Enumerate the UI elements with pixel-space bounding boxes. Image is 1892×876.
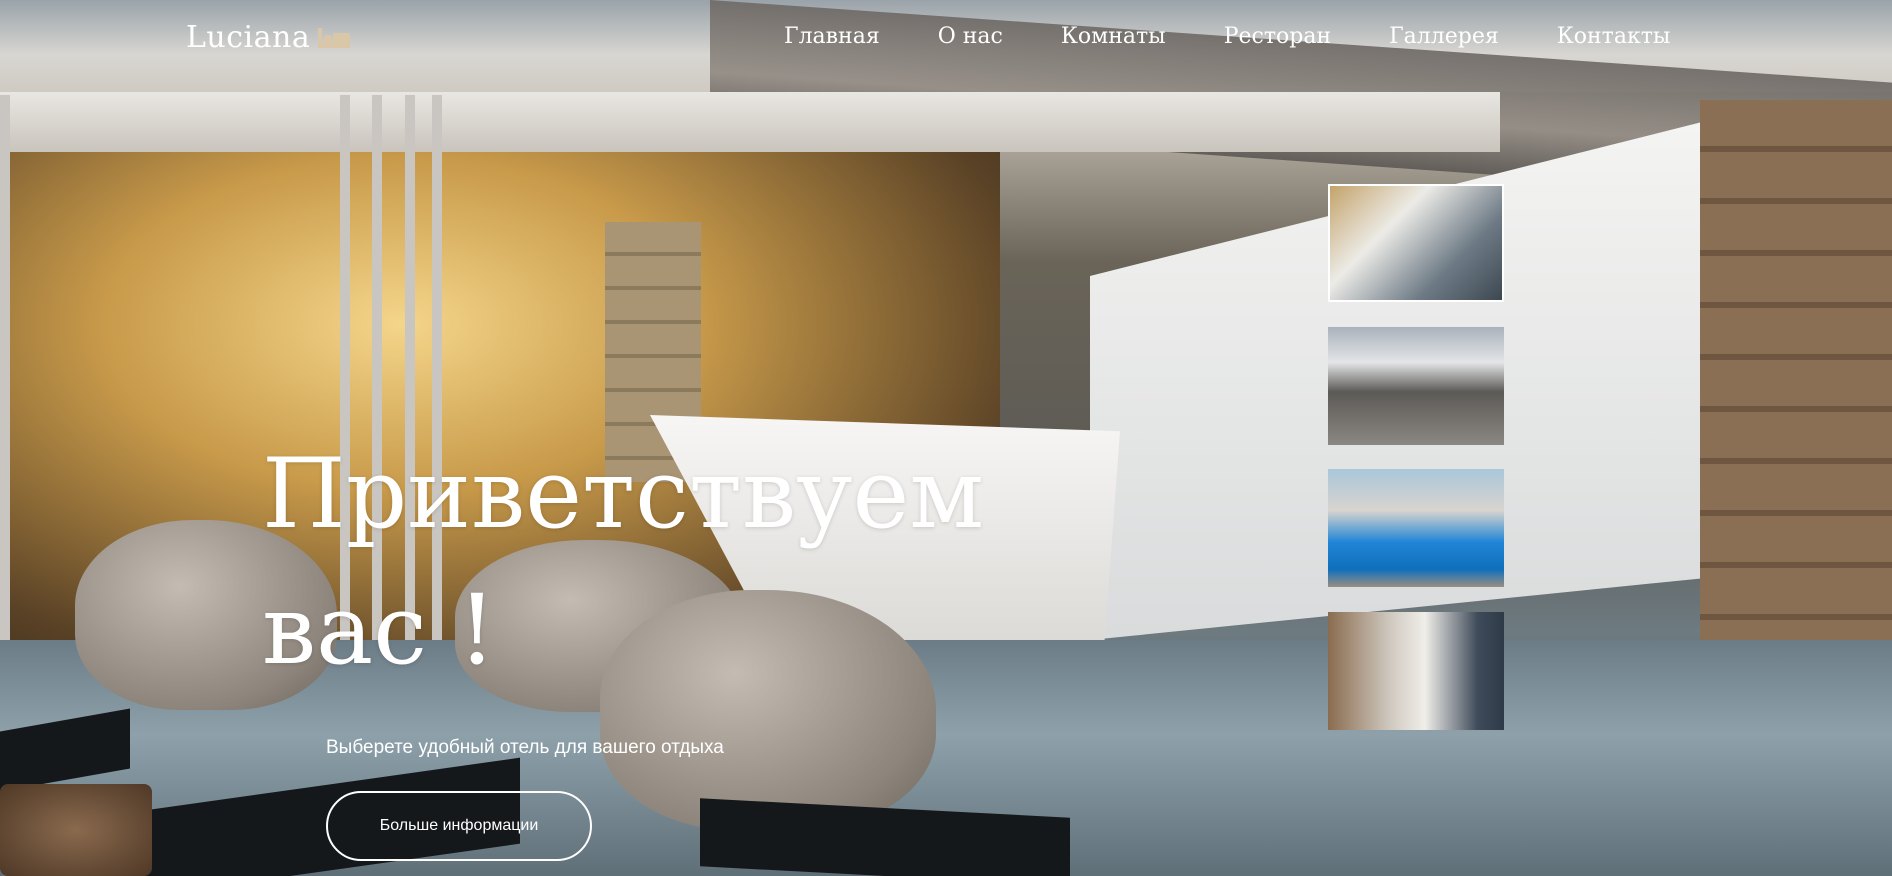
pool-thumbnail[interactable]	[1328, 469, 1504, 587]
wood-stump	[0, 784, 152, 876]
nav-item-contacts[interactable]: Контакты	[1557, 24, 1671, 49]
headline-line-2: вас !	[262, 574, 497, 686]
bed-icon	[318, 27, 351, 48]
hero-headline: Приветствуем вас !	[262, 426, 1062, 698]
nav-item-rooms[interactable]: Комнаты	[1061, 24, 1166, 49]
hero-subtitle: Выберете удобный отель для вашего отдыха	[326, 737, 724, 758]
glass-frame	[0, 95, 10, 655]
nav-item-restaurant[interactable]: Ресторан	[1224, 24, 1331, 49]
lounge-thumbnail[interactable]	[1328, 184, 1504, 302]
brand-logo[interactable]: Luciana	[186, 20, 351, 55]
mountain-lounge-thumbnail[interactable]	[1328, 327, 1504, 445]
wood-wall	[1700, 100, 1892, 660]
headline-line-1: Приветствуем	[262, 438, 985, 550]
main-nav: Главная О нас Комнаты Ресторан Галлерея …	[784, 24, 1670, 49]
nav-item-gallery[interactable]: Галлерея	[1389, 24, 1499, 49]
nav-item-home[interactable]: Главная	[784, 24, 880, 49]
roof-beam	[0, 92, 1500, 152]
nav-item-about[interactable]: О нас	[938, 24, 1003, 49]
more-info-button[interactable]: Больше информации	[326, 791, 592, 861]
bedroom-thumbnail[interactable]	[1328, 612, 1504, 730]
brand-name: Luciana	[186, 20, 311, 55]
